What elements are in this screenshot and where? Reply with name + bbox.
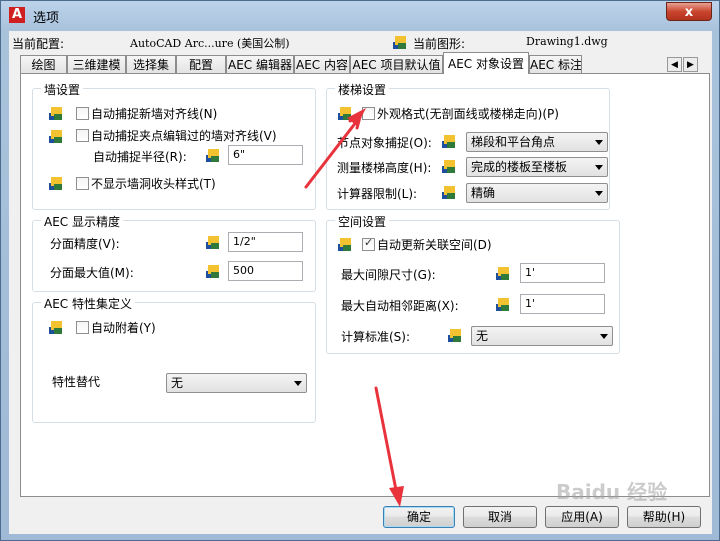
chevron-down-icon	[294, 381, 302, 386]
space-settings-group: 空间设置 自动更新关联空间(D) 最大间隙尺寸(G): 1' 最大自动相邻距离(…	[326, 213, 620, 354]
tab-aec-content[interactable]: AEC 内容	[294, 55, 350, 73]
tab-scroll-right-icon[interactable]: ▶	[683, 57, 698, 72]
drawing-icon	[206, 149, 219, 162]
max-adjacency-input[interactable]: 1'	[520, 294, 605, 314]
drawing-icon	[49, 321, 62, 334]
drawing-icon	[496, 267, 509, 280]
presentation-format-checkbox[interactable]	[362, 107, 375, 120]
drawing-icon	[338, 107, 351, 120]
property-set-group: AEC 特性集定义 自动附着(Y) 特性替代 无	[32, 295, 316, 423]
tab-drafting[interactable]: 绘图	[20, 55, 67, 73]
autosnap-grip-label: 自动捕捉夹点编辑过的墙对齐线(V)	[91, 129, 277, 143]
calc-standard-value: 无	[476, 329, 489, 343]
window-title: 选项	[33, 11, 60, 26]
calc-standard-label: 计算标准(S):	[341, 330, 411, 344]
autosnap-radius-label: 自动捕捉半径(R):	[93, 150, 187, 164]
facet-max-label: 分面最大值(M):	[50, 266, 134, 280]
calc-standard-dropdown[interactable]: 无	[471, 326, 613, 346]
facet-max-input[interactable]: 500	[228, 261, 303, 281]
calculator-limit-label: 计算器限制(L):	[337, 187, 418, 201]
max-adjacency-label: 最大自动相邻距离(X):	[341, 299, 459, 313]
tab-aec-object-settings[interactable]: AEC 对象设置	[443, 52, 529, 74]
drawing-icon	[442, 135, 455, 148]
tab-aec-project-defaults[interactable]: AEC 项目默认值	[350, 55, 443, 73]
drawing-icon	[448, 329, 461, 342]
tab-aec-dimension[interactable]: AEC 标注	[529, 55, 582, 73]
current-drawing-label: 当前图形:	[413, 37, 466, 51]
drawing-icon	[206, 236, 219, 249]
watermark: Baidu 经验	[556, 480, 668, 504]
facet-precision-label: 分面精度(V):	[50, 237, 120, 251]
node-snap-label: 节点对象捕捉(O):	[337, 136, 432, 150]
tab-profiles[interactable]: 配置	[176, 55, 226, 73]
autosnap-new-wall-checkbox[interactable]	[76, 107, 89, 120]
max-gap-label: 最大间隙尺寸(G):	[341, 268, 436, 282]
autosnap-grip-checkbox[interactable]	[76, 129, 89, 142]
chevron-down-icon	[595, 191, 603, 196]
node-snap-dropdown[interactable]: 梯段和平台角点	[466, 132, 608, 152]
drawing-icon	[338, 238, 351, 251]
drawing-icon	[206, 265, 219, 278]
max-gap-input[interactable]: 1'	[520, 263, 605, 283]
stair-settings-title: 楼梯设置	[335, 81, 390, 98]
drawing-icon	[442, 160, 455, 173]
space-settings-title: 空间设置	[335, 213, 390, 230]
close-button[interactable]: x	[666, 2, 712, 21]
property-override-label: 特性替代	[52, 375, 101, 389]
ok-button[interactable]: 确定	[383, 506, 455, 528]
calculator-limit-value: 精确	[471, 186, 496, 200]
drawing-icon	[496, 298, 509, 311]
chevron-down-icon	[600, 334, 608, 339]
chevron-down-icon	[595, 140, 603, 145]
drawing-icon	[442, 186, 455, 199]
no-cleanup-label: 不显示墙洞收头样式(T)	[91, 177, 216, 191]
wall-settings-title: 墙设置	[41, 81, 84, 98]
property-set-title: AEC 特性集定义	[41, 295, 135, 312]
calculator-limit-dropdown[interactable]: 精确	[466, 183, 608, 203]
apply-button[interactable]: 应用(A)	[545, 506, 619, 528]
tab-3d-modeling[interactable]: 三维建模	[67, 55, 126, 73]
drawing-icon	[49, 177, 62, 190]
measure-height-value: 完成的楼板至楼板	[471, 160, 568, 174]
display-precision-group: AEC 显示精度 分面精度(V): 1/2" 分面最大值(M): 500	[32, 213, 316, 292]
cancel-button[interactable]: 取消	[463, 506, 537, 528]
current-drawing-value: Drawing1.dwg	[526, 35, 608, 48]
autosnap-new-wall-label: 自动捕捉新墙对齐线(N)	[91, 107, 218, 121]
facet-precision-input[interactable]: 1/2"	[228, 232, 303, 252]
measure-height-label: 测量楼梯高度(H):	[337, 161, 432, 175]
tab-scroll-left-icon[interactable]: ◀	[667, 57, 682, 72]
auto-update-space-label: 自动更新关联空间(D)	[377, 238, 492, 252]
autosnap-radius-input[interactable]: 6"	[228, 145, 303, 165]
display-precision-title: AEC 显示精度	[41, 213, 123, 230]
presentation-format-label: 外观格式(无剖面线或楼梯走向)(P)	[377, 107, 559, 121]
auto-attach-label: 自动附着(Y)	[91, 321, 156, 335]
property-override-dropdown[interactable]: 无	[166, 373, 307, 393]
drawing-icon	[393, 36, 406, 49]
node-snap-value: 梯段和平台角点	[471, 135, 556, 149]
profile-row: 当前配置: AutoCAD Arc...ure (美国公制) 当前图形: Dra…	[12, 33, 702, 53]
drawing-icon	[49, 130, 62, 143]
stair-settings-group: 楼梯设置 外观格式(无剖面线或楼梯走向)(P) 节点对象捕捉(O): 梯段和平台…	[326, 81, 610, 210]
title-bar[interactable]: A 选项 x	[1, 1, 719, 29]
drawing-icon	[49, 107, 62, 120]
tab-aec-editor[interactable]: AEC 编辑器	[226, 55, 294, 73]
help-button[interactable]: 帮助(H)	[627, 506, 701, 528]
chevron-down-icon	[595, 165, 603, 170]
no-cleanup-checkbox[interactable]	[76, 177, 89, 190]
auto-update-space-checkbox[interactable]	[362, 236, 375, 251]
property-override-value: 无	[171, 376, 184, 390]
auto-attach-checkbox[interactable]	[76, 321, 89, 334]
measure-height-dropdown[interactable]: 完成的楼板至楼板	[466, 157, 608, 177]
autocad-logo-icon: A	[9, 7, 25, 23]
tab-selection[interactable]: 选择集	[126, 55, 176, 73]
tab-page: 墙设置 自动捕捉新墙对齐线(N) 自动捕捉夹点编辑过的墙对齐线(V) 自动捕捉半…	[20, 73, 710, 497]
current-profile-value: AutoCAD Arc...ure (美国公制)	[130, 37, 290, 50]
current-profile-label: 当前配置:	[12, 37, 65, 51]
wall-settings-group: 墙设置 自动捕捉新墙对齐线(N) 自动捕捉夹点编辑过的墙对齐线(V) 自动捕捉半…	[32, 81, 316, 210]
